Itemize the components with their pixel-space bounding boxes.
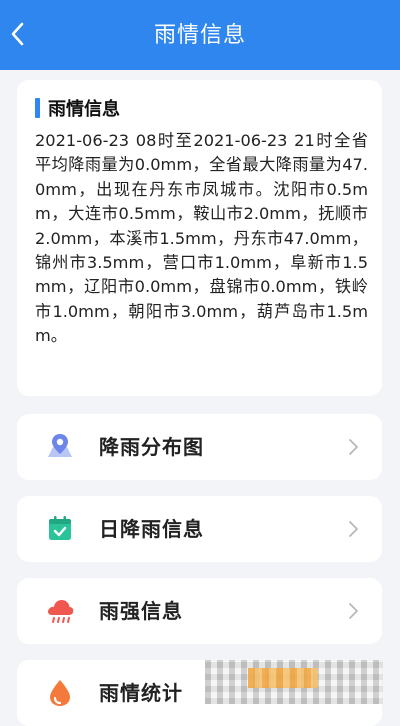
chevron-right-icon xyxy=(349,603,358,619)
info-title: 雨情信息 xyxy=(48,99,120,120)
water-drop-icon xyxy=(50,680,70,706)
menu-item-rain-intensity-info[interactable]: 雨强信息 xyxy=(17,578,382,644)
rain-info-card: 雨情信息 2021-06-23 08时至2021-06-23 21时全省平均降雨… xyxy=(17,80,382,396)
calendar-check-icon xyxy=(49,516,71,540)
watermark-accent xyxy=(248,668,318,688)
rain-summary-text: 2021-06-23 08时至2021-06-23 21时全省平均降雨量为0.0… xyxy=(35,131,368,346)
chevron-right-icon xyxy=(349,439,358,455)
menu-item-daily-rain-info[interactable]: 日降雨信息 xyxy=(17,496,382,562)
map-pin-icon xyxy=(48,434,72,457)
rain-cloud-icon xyxy=(48,600,74,623)
chevron-right-icon xyxy=(349,521,358,537)
info-title-row: 雨情信息 xyxy=(35,96,368,120)
header-bar: 雨情信息 xyxy=(0,0,400,70)
menu-item-rain-distribution-map[interactable]: 降雨分布图 xyxy=(17,414,382,480)
menu-label: 日降雨信息 xyxy=(99,517,204,541)
title-accent-bar xyxy=(35,98,40,118)
menu-label: 雨情统计 xyxy=(99,681,183,705)
menu-label: 雨强信息 xyxy=(99,599,183,623)
menu-label: 降雨分布图 xyxy=(99,435,204,459)
page-title: 雨情信息 xyxy=(153,23,246,48)
